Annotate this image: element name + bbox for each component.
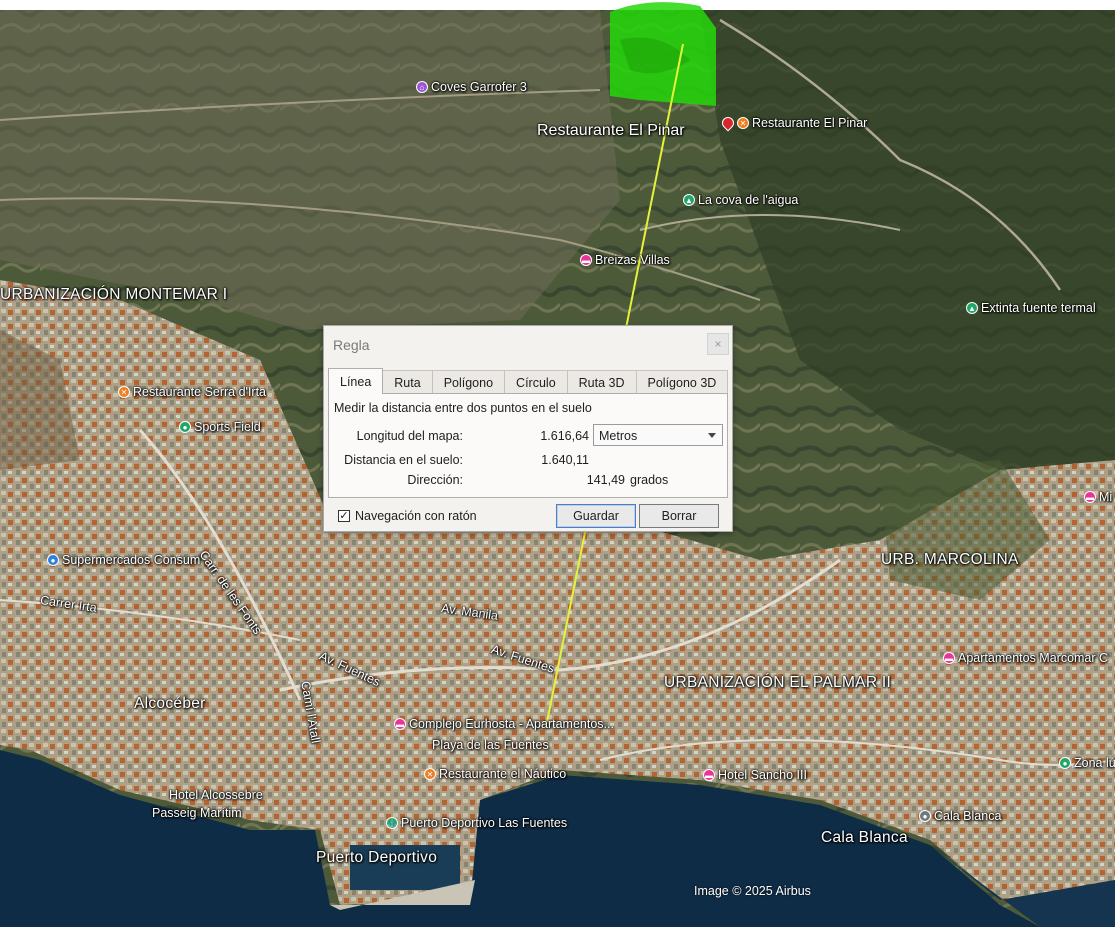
tab-ruta-3d[interactable]: Ruta 3D	[566, 370, 637, 394]
map-length-value: 1.616,64	[540, 429, 589, 443]
place-restaurante-nautico[interactable]: ✕ Restaurante el Náutico	[424, 767, 566, 781]
close-icon: ×	[714, 337, 722, 351]
tab-strip: Línea Ruta Polígono Círculo Ruta 3D Polí…	[328, 368, 729, 394]
lodging-pin-icon: ▬	[943, 652, 955, 664]
lodging-pin-icon: ▬	[394, 718, 406, 730]
save-button[interactable]: Guardar	[556, 504, 636, 528]
place-restaurante-serra[interactable]: ✕ Restaurante Serra d'Irta	[118, 385, 266, 399]
tab-poligono[interactable]: Polígono	[431, 370, 506, 394]
restaurant-pin-icon: ✕	[424, 768, 436, 780]
nature-pin-icon: ▲	[683, 194, 695, 206]
location-marker-icon	[719, 114, 737, 132]
town-alcoceber: Alcocéber	[134, 695, 206, 712]
tab-panel-linea: Medir la distancia entre dos puntos en e…	[328, 393, 728, 498]
place-restaurante-el-pinar-area: Restaurante El Pinar	[537, 122, 685, 139]
mouse-navigation-label: Navegación con ratón	[355, 509, 477, 523]
chevron-down-icon	[708, 433, 716, 438]
place-breizas-villas[interactable]: ▬ Breizas Villas	[580, 253, 670, 267]
lodging-pin-icon: ▬	[1084, 491, 1096, 503]
shopping-pin-icon: ●	[47, 554, 59, 566]
place-hotel-sancho[interactable]: ▬ Hotel Sancho III	[703, 768, 807, 782]
beach-pin-icon: ●	[919, 810, 931, 822]
road-passeig-maritim: Passeig Marítim	[152, 806, 242, 820]
ground-distance-value: 1.640,11	[541, 453, 589, 467]
restaurant-pin-icon: ✕	[118, 386, 130, 398]
heading-label: Dirección:	[407, 473, 463, 487]
place-puerto-fuentes[interactable]: ⚓ Puerto Deportivo Las Fuentes	[386, 816, 567, 830]
tab-ruta[interactable]: Ruta	[382, 370, 433, 394]
place-cala-blanca-pin[interactable]: ● Cala Blanca	[919, 809, 1001, 823]
clear-button[interactable]: Borrar	[639, 504, 719, 528]
place-zona-lu[interactable]: ● Zona lú	[1059, 756, 1115, 770]
ruler-dialog: Regla × Línea Ruta Polígono Círculo Ruta…	[323, 325, 733, 532]
measure-description: Medir la distancia entre dos puntos en e…	[334, 401, 592, 415]
area-cala-blanca: Cala Blanca	[821, 829, 908, 846]
heading-value: 141,49	[586, 473, 625, 487]
tab-circulo[interactable]: Círculo	[504, 370, 568, 394]
area-urb-el-palmar: URBANIZACIÓN EL PALMAR II	[664, 674, 892, 691]
map-length-label: Longitud del mapa:	[356, 429, 463, 443]
place-apartamentos-marcomar[interactable]: ▬ Apartamentos Marcomar C	[943, 651, 1108, 665]
area-puerto-deportivo: Puerto Deportivo	[316, 849, 438, 866]
nature-pin-icon: ▲	[966, 302, 978, 314]
place-complejo-eurhosta[interactable]: ▬ Complejo Eurhosta - Apartamentos...	[394, 717, 614, 731]
tab-linea[interactable]: Línea	[328, 368, 384, 394]
place-cova-laigua[interactable]: ▲ La cova de l'aigua	[683, 193, 798, 207]
place-restaurante-el-pinar[interactable]: ✕ Restaurante El Pinar	[719, 114, 867, 132]
clear-button-label: Borrar	[661, 509, 697, 523]
ground-distance-label: Distancia en el suelo:	[344, 453, 463, 467]
marina-pin-icon: ⚓	[386, 817, 398, 829]
museum-pin-icon: ⌂	[416, 81, 428, 93]
park-pin-icon: ●	[1059, 757, 1071, 769]
lodging-pin-icon: ▬	[580, 254, 592, 266]
place-extinta-fuente[interactable]: ▲ Extinta fuente termal	[966, 301, 1096, 315]
unit-select-value: Metros	[599, 429, 638, 443]
heading-unit: grados	[630, 473, 669, 487]
place-supermercados[interactable]: ● Supermercados Consum	[47, 553, 200, 567]
tab-poligono-3d[interactable]: Polígono 3D	[635, 370, 729, 394]
place-sports-field[interactable]: ● Sports Field	[179, 420, 261, 434]
dialog-titlebar[interactable]: Regla ×	[324, 326, 732, 362]
park-pin-icon: ●	[179, 421, 191, 433]
mouse-navigation-checkbox[interactable]: ✓ Navegación con ratón	[338, 509, 477, 523]
dialog-title: Regla	[333, 337, 370, 353]
place-mi[interactable]: ▬ Mi	[1084, 490, 1112, 504]
area-urb-marcolina: URB. MARCOLINA	[881, 551, 1019, 568]
unit-select[interactable]: Metros	[593, 424, 723, 446]
place-coves-garrofer[interactable]: ⌂ Coves Garrofer 3	[416, 80, 527, 94]
ground-distance-row: Distancia en el suelo: 1.640,11	[329, 450, 727, 470]
imagery-credit: Image © 2025 Airbus	[694, 884, 811, 898]
lodging-pin-icon: ▬	[703, 769, 715, 781]
close-button[interactable]: ×	[707, 333, 729, 355]
restaurant-pin-icon: ✕	[737, 117, 749, 129]
area-urbanizacion-montemar: URBANIZACIÓN MONTEMAR I	[0, 286, 228, 303]
save-button-label: Guardar	[573, 509, 619, 523]
heading-row: Dirección: 141,49 grados	[329, 470, 727, 490]
beach-playa-fuentes: Playa de las Fuentes	[432, 738, 549, 752]
checkmark-icon: ✓	[338, 510, 350, 522]
place-hotel-alcossebre: Hotel Alcossebre	[169, 788, 263, 802]
